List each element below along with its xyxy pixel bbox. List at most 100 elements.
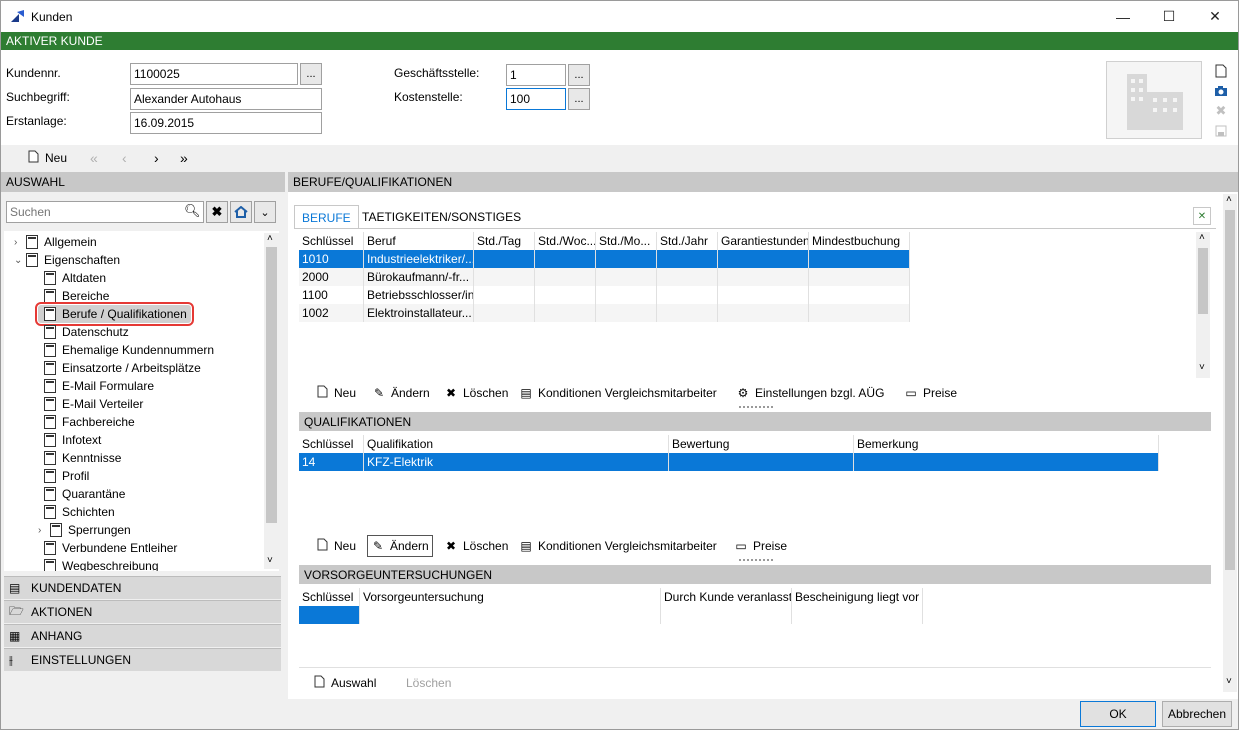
column-header[interactable]: Bewertung	[669, 435, 854, 453]
scroll-up-icon[interactable]: ˄	[1226, 194, 1232, 205]
table-row-empty[interactable]	[299, 606, 923, 624]
column-header[interactable]: Schlüssel	[299, 232, 364, 250]
expand-icon[interactable]: ›	[38, 525, 48, 536]
last-record-icon[interactable]: »	[180, 147, 188, 169]
column-header[interactable]: Beruf	[364, 232, 474, 250]
tree-item[interactable]: Schichten	[38, 503, 115, 521]
search-icon[interactable]: 🔍︎	[184, 203, 201, 219]
tree-item-selected[interactable]: Berufe / Qualifikationen	[35, 302, 194, 326]
maximize-button[interactable]: ☐	[1146, 1, 1192, 32]
column-header[interactable]: Bescheinigung liegt vor	[792, 588, 923, 606]
tree-item[interactable]: › Sperrungen	[38, 521, 131, 539]
konditionen-button[interactable]: ▤ Konditionen Vergleichsmitarbeiter	[519, 535, 716, 557]
first-record-icon[interactable]: «	[90, 147, 98, 169]
section-aktionen[interactable]: 🗁︎ AKTIONEN	[4, 600, 281, 623]
new-record-button[interactable]: Neu	[26, 147, 67, 169]
splitter-handle[interactable]	[739, 406, 773, 409]
neu-button[interactable]: Neu	[315, 382, 356, 404]
tree-item[interactable]: Altdaten	[38, 269, 106, 287]
tree-item[interactable]: Datenschutz	[38, 323, 129, 341]
berufe-scrollbar[interactable]: ˄ ˅	[1196, 232, 1210, 378]
kostenstelle-browse-button[interactable]: ...	[568, 88, 590, 110]
scroll-thumb[interactable]	[1198, 248, 1208, 314]
section-anhang[interactable]: ▦ ANHANG	[4, 624, 281, 647]
tab-berufe[interactable]: BERUFE	[294, 205, 359, 229]
column-header[interactable]: Std./Jahr	[657, 232, 718, 250]
section-kundendaten[interactable]: ▤ KUNDENDATEN	[4, 576, 281, 599]
expand-icon[interactable]: ⌄	[14, 255, 24, 266]
table-row[interactable]: 1010 Industrieelektriker/...	[299, 250, 910, 268]
column-header[interactable]: Qualifikation	[364, 435, 669, 453]
column-header[interactable]: Mindestbuchung	[809, 232, 910, 250]
tab-taetigkeiten[interactable]: TAETIGKEITEN/SONSTIGES	[355, 205, 528, 229]
column-header[interactable]: Vorsorgeuntersuchung	[360, 588, 661, 606]
column-header[interactable]: Std./Tag	[474, 232, 535, 250]
table-row[interactable]: 1100 Betriebsschlosser/in	[299, 286, 910, 304]
tree-item[interactable]: Ehemalige Kundennummern	[38, 341, 214, 359]
auswahl-button[interactable]: Auswahl	[312, 672, 376, 694]
geschaeftsstelle-browse-button[interactable]: ...	[568, 64, 590, 86]
new-document-icon[interactable]	[1213, 63, 1229, 79]
kostenstelle-field[interactable]: 100	[506, 88, 566, 110]
splitter-handle[interactable]	[739, 559, 773, 562]
column-header[interactable]: Bemerkung	[854, 435, 1159, 453]
aendern-button[interactable]: ✎ Ändern	[367, 535, 433, 557]
expand-icon[interactable]: ›	[14, 237, 24, 248]
loeschen-button[interactable]: ✖ Löschen	[444, 382, 508, 404]
column-header[interactable]: Std./Woc...	[535, 232, 596, 250]
scroll-up-icon[interactable]: ˄	[267, 233, 273, 244]
einstellungen-aueg-button[interactable]: ⚙ Einstellungen bzgl. AÜG	[736, 382, 885, 404]
scroll-thumb[interactable]	[266, 247, 277, 523]
next-record-icon[interactable]: ›	[154, 147, 159, 169]
kundennr-browse-button[interactable]: ...	[300, 63, 322, 85]
kundennr-field[interactable]: 1100025	[130, 63, 298, 85]
tree-item[interactable]: Profil	[38, 467, 89, 485]
preise-button[interactable]: ▭ Preise	[904, 382, 957, 404]
tree-scrollbar[interactable]: ˄ ˅	[264, 233, 279, 569]
camera-icon[interactable]	[1213, 83, 1229, 99]
scroll-down-icon[interactable]: ˅	[267, 555, 273, 566]
table-row[interactable]: 2000 Bürokaufmann/-fr...	[299, 268, 910, 286]
tree-item[interactable]: Wegbeschreibung	[38, 557, 159, 571]
tree-item[interactable]: E-Mail Verteiler	[38, 395, 143, 413]
save-icon[interactable]	[1213, 123, 1229, 139]
ok-button[interactable]: OK	[1080, 701, 1156, 727]
suchbegriff-field[interactable]: Alexander Autohaus	[130, 88, 322, 110]
tree-item[interactable]: E-Mail Formulare	[38, 377, 154, 395]
preise-button[interactable]: ▭ Preise	[734, 535, 787, 557]
column-header[interactable]: Schlüssel	[299, 588, 360, 606]
clear-search-icon[interactable]: ✖	[206, 201, 228, 223]
tree-item[interactable]: › Allgemein	[14, 233, 97, 251]
konditionen-button[interactable]: ▤ Konditionen Vergleichsmitarbeiter	[519, 382, 716, 404]
neu-button[interactable]: Neu	[315, 535, 356, 557]
customer-photo[interactable]	[1106, 61, 1202, 139]
delete-photo-icon[interactable]: ✖	[1213, 103, 1229, 119]
column-header[interactable]: Schlüssel	[299, 435, 364, 453]
tree-item[interactable]: Fachbereiche	[38, 413, 135, 431]
close-button[interactable]: ✕	[1192, 1, 1238, 32]
column-header[interactable]: Garantiestunden	[718, 232, 809, 250]
scroll-up-icon[interactable]: ˄	[1199, 232, 1205, 243]
column-header[interactable]: Durch Kunde veranlasst	[661, 588, 792, 606]
tree-item[interactable]: Kenntnisse	[38, 449, 121, 467]
tree-item[interactable]: Infotext	[38, 431, 101, 449]
loeschen-vorsorge-button[interactable]: Löschen	[406, 672, 451, 694]
home-icon[interactable]	[230, 201, 252, 223]
export-excel-icon[interactable]: ✕	[1193, 207, 1211, 225]
table-row[interactable]: 1002 Elektroinstallateur...	[299, 304, 910, 322]
erstanlage-field[interactable]: 16.09.2015	[130, 112, 322, 134]
tree-item[interactable]: Verbundene Entleiher	[38, 539, 177, 557]
scroll-down-icon[interactable]: ˅	[1226, 676, 1232, 687]
cancel-button[interactable]: Abbrechen	[1162, 701, 1232, 727]
aendern-button[interactable]: ✎ Ändern	[372, 382, 430, 404]
scroll-thumb[interactable]	[1225, 210, 1235, 570]
collapse-all-icon[interactable]: ⌄	[254, 201, 276, 223]
loeschen-button[interactable]: ✖ Löschen	[444, 535, 508, 557]
tree-search-input[interactable]	[6, 201, 204, 223]
minimize-button[interactable]: —	[1100, 1, 1146, 32]
tree-item[interactable]: Einsatzorte / Arbeitsplätze	[38, 359, 201, 377]
tree-item[interactable]: Quarantäne	[38, 485, 125, 503]
tree-item[interactable]: ⌄ Eigenschaften	[14, 251, 120, 269]
scroll-down-icon[interactable]: ˅	[1199, 362, 1205, 373]
column-header[interactable]: Std./Mo...	[596, 232, 657, 250]
